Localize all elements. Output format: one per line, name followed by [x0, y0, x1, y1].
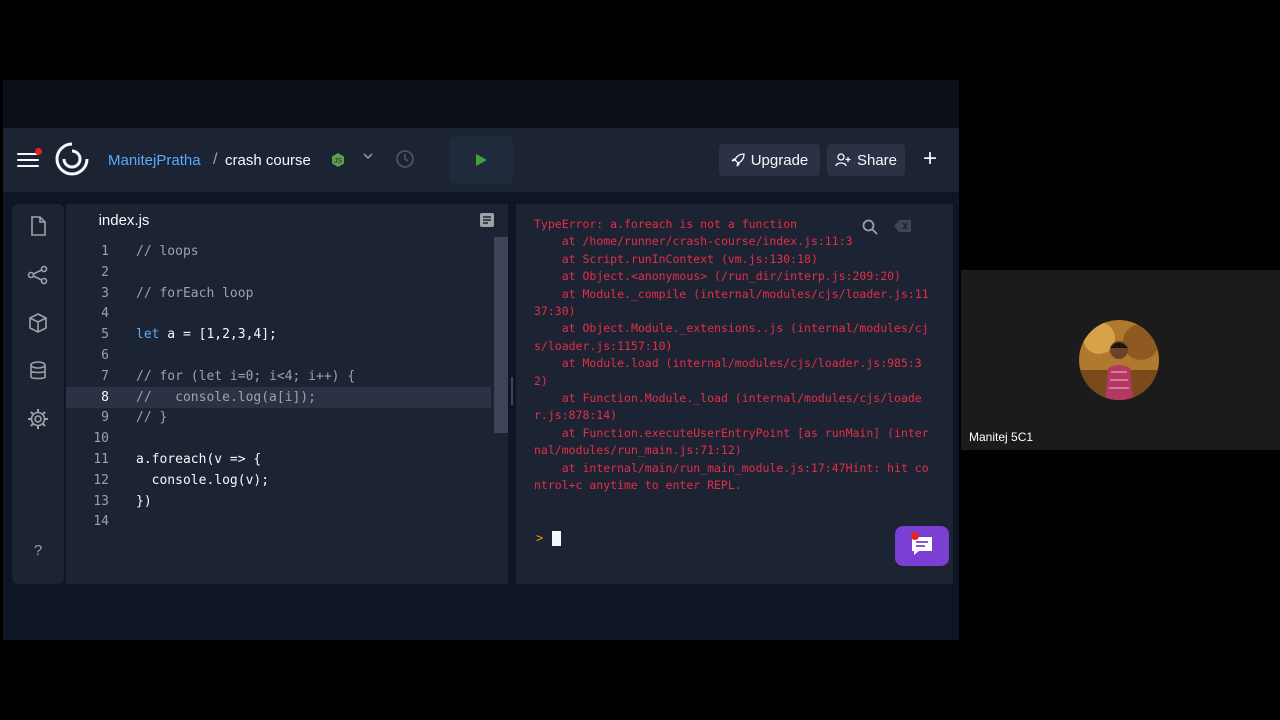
line-number: 8: [101, 389, 109, 405]
top-strip: [3, 80, 959, 128]
upgrade-button[interactable]: Upgrade: [719, 144, 820, 176]
code-line[interactable]: 10: [66, 428, 491, 449]
console-prompt: >: [536, 531, 544, 545]
help-button[interactable]: ?: [22, 534, 54, 566]
code-text: }): [136, 493, 152, 509]
sidebar: ?: [12, 204, 64, 584]
code-text: // for (let i=0; i<4; i++) {: [136, 368, 356, 384]
code-line[interactable]: 12 console.log(v);: [66, 470, 491, 491]
breadcrumb-separator: /: [213, 151, 218, 168]
database-icon[interactable]: [26, 359, 50, 383]
settings-icon[interactable]: [26, 407, 50, 431]
code-text: // console.log(a[i]);: [136, 389, 317, 405]
code-text: a.foreach(v => {: [136, 452, 262, 467]
file-icon[interactable]: [26, 214, 50, 238]
rocket-icon: [731, 153, 745, 167]
code-text: // loops: [136, 244, 199, 259]
history-icon[interactable]: [394, 148, 416, 170]
code-line[interactable]: 1 // loops: [66, 241, 491, 262]
line-number: 13: [93, 493, 109, 509]
replit-logo-icon[interactable]: [55, 142, 89, 176]
share-button[interactable]: Share: [827, 144, 905, 176]
notification-dot: [35, 148, 42, 155]
console-cursor: [552, 531, 561, 546]
line-number: 2: [101, 264, 109, 280]
format-icon[interactable]: [479, 212, 495, 228]
line-number: 7: [101, 368, 109, 384]
run-button[interactable]: [449, 136, 513, 184]
console-tools: [861, 218, 913, 236]
git-icon[interactable]: [26, 263, 50, 287]
line-number: 6: [101, 348, 109, 363]
editor-scrollbar[interactable]: [494, 237, 508, 433]
packages-icon[interactable]: [26, 311, 50, 335]
project-name[interactable]: crash course: [225, 152, 311, 169]
participant-name: Manitej 5C1: [969, 430, 1034, 444]
code-line[interactable]: 4: [66, 303, 491, 324]
line-number: 1: [101, 244, 109, 259]
code-text: // forEach loop: [136, 285, 254, 301]
code-area[interactable]: 1 // loops 2 3 // forEach loop 4 5 let a = [1,2…: [66, 237, 491, 584]
code-line[interactable]: 13}): [66, 491, 491, 512]
workspace-header: ManitejPratha / crash course JS Upgrade …: [3, 128, 959, 192]
code-text: console.log(v);: [136, 472, 270, 488]
code-line[interactable]: 2: [66, 262, 491, 283]
editor-tabbar: index.js: [66, 204, 508, 237]
line-number: 14: [93, 514, 109, 530]
shared-screen: ManitejPratha / crash course JS Upgrade …: [3, 80, 959, 640]
code-line[interactable]: 7 // for (let i=0; i<4; i++) {: [66, 366, 491, 387]
line-number: 12: [93, 472, 109, 488]
line-number: 3: [101, 285, 109, 301]
username-link[interactable]: ManitejPratha: [108, 152, 201, 169]
pane-resize-handle[interactable]: [511, 377, 513, 405]
tab-index-js[interactable]: index.js: [76, 204, 172, 237]
share-label: Share: [856, 151, 898, 169]
code-line[interactable]: 3 // forEach loop: [66, 283, 491, 304]
svg-text:JS: JS: [334, 158, 343, 165]
code-line[interactable]: 5 let a = [1,2,3,4];: [66, 324, 491, 345]
participant-tile: Manitej 5C1: [961, 270, 1280, 450]
hamburger-menu-icon[interactable]: [17, 148, 42, 170]
line-number: 5: [101, 327, 109, 343]
nodejs-icon: JS: [330, 152, 346, 168]
run-icon: [476, 154, 487, 166]
chevron-down-icon[interactable]: [362, 150, 374, 162]
line-number: 9: [101, 410, 109, 426]
code-line[interactable]: 14: [66, 511, 491, 532]
code-line[interactable]: 6: [66, 345, 491, 366]
code-text: let a = [1,2,3,4];: [136, 327, 277, 343]
participant-avatar: [1079, 320, 1159, 400]
code-editor: index.js 1 // loops 2 3 // forEach loop 4 5 let…: [66, 204, 508, 584]
code-line[interactable]: 8 // console.log(a[i]);: [66, 386, 491, 408]
keyword: let: [136, 327, 160, 343]
clear-icon[interactable]: [893, 218, 913, 234]
code-line[interactable]: 9 // }: [66, 407, 491, 428]
add-person-icon: [835, 153, 851, 167]
line-number: 10: [93, 431, 109, 447]
chat-button[interactable]: [895, 526, 949, 566]
console-output: TypeError: a.foreach is not a function a…: [534, 217, 929, 493]
add-pane-button[interactable]: +: [923, 146, 937, 172]
line-number: 11: [93, 452, 109, 467]
code-text: // }: [136, 410, 168, 426]
upgrade-label: Upgrade: [750, 151, 809, 169]
code-line[interactable]: 11 a.foreach(v => {: [66, 449, 491, 470]
line-number: 4: [101, 306, 109, 322]
search-icon[interactable]: [861, 218, 879, 236]
console-pane[interactable]: TypeError: a.foreach is not a function a…: [516, 204, 953, 584]
chat-notification-dot: [911, 532, 919, 540]
